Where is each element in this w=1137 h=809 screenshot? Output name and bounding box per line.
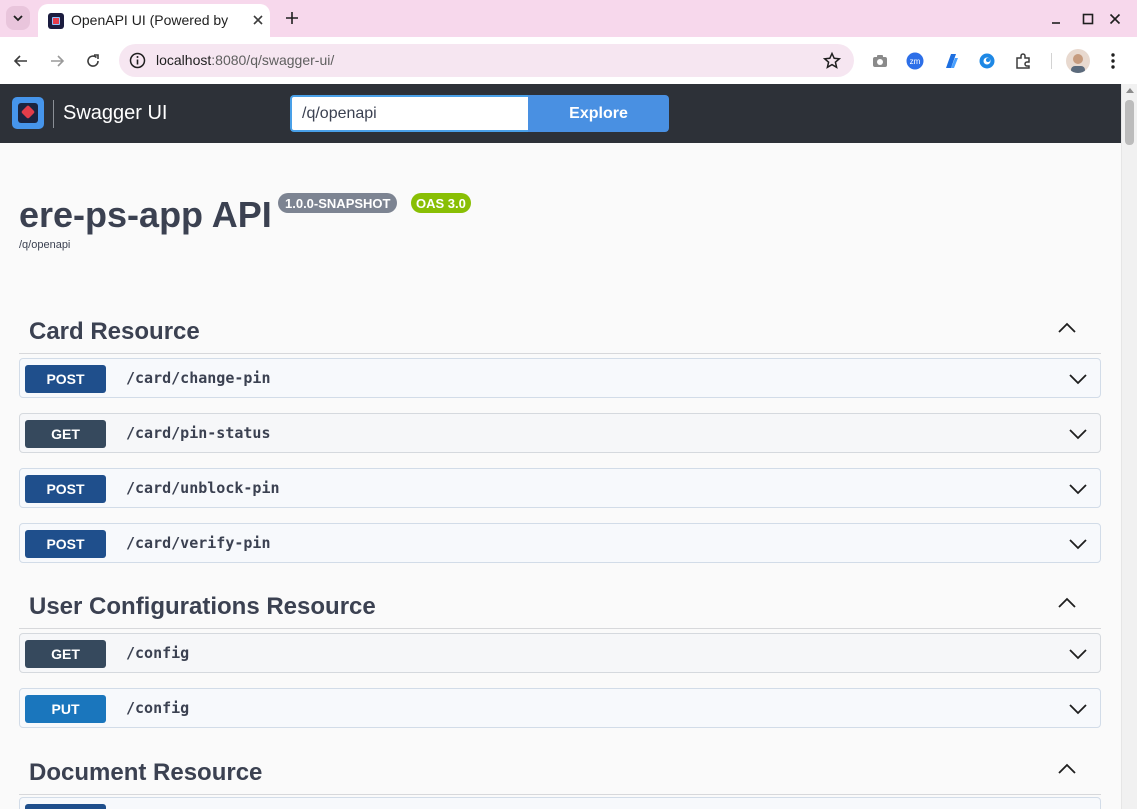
- version-badge: 1.0.0-SNAPSHOT: [278, 193, 398, 213]
- maximize-icon: [1082, 13, 1094, 25]
- url-path: :8080/q/swagger-ui/: [211, 52, 335, 68]
- extensions-icon[interactable]: [1013, 51, 1033, 71]
- operation-path: /card/pin-status: [126, 424, 271, 442]
- operation-get-card-pin-status[interactable]: GET /card/pin-status: [19, 413, 1101, 453]
- scroll-up-arrow-icon[interactable]: [1126, 88, 1134, 93]
- bookmark-extension-icon[interactable]: [941, 51, 961, 71]
- oas-version-badge: OAS 3.0: [411, 193, 471, 213]
- close-icon: [1109, 13, 1121, 25]
- forward-button[interactable]: [45, 49, 69, 73]
- browser-menu-button[interactable]: [1103, 50, 1123, 72]
- new-tab-button[interactable]: [281, 7, 303, 29]
- operation-post-card-verify-pin[interactable]: POST /card/verify-pin: [19, 523, 1101, 563]
- toolbar-separator: [1051, 53, 1052, 69]
- operation-path: /card/verify-pin: [126, 534, 271, 552]
- operation-put-config[interactable]: PUT /config: [19, 688, 1101, 728]
- arrow-right-icon: [51, 55, 65, 67]
- url-host: localhost: [156, 52, 212, 68]
- zoom-extension-icon[interactable]: zm: [905, 51, 925, 71]
- quarkus-favicon-icon: [48, 13, 64, 29]
- method-badge: GET: [25, 420, 106, 448]
- chevron-up-icon[interactable]: [1057, 761, 1077, 777]
- api-title: ere-ps-app API: [19, 194, 272, 235]
- section-user-configurations-resource[interactable]: User Configurations Resource: [19, 579, 1101, 629]
- chevron-down-icon[interactable]: [1068, 371, 1088, 387]
- back-button[interactable]: [9, 49, 33, 73]
- browser-toolbar: localhost:8080/q/swagger-ui/ zm: [0, 37, 1137, 84]
- section-title: Document Resource: [29, 759, 263, 786]
- operation-path: /card/unblock-pin: [126, 479, 280, 497]
- method-badge: POST: [25, 530, 106, 558]
- chevron-up-icon[interactable]: [1057, 595, 1077, 611]
- section-document-resource[interactable]: Document Resource: [19, 745, 1101, 795]
- spec-url-input[interactable]: [290, 95, 529, 132]
- swagger-ui-title: Swagger UI: [63, 102, 168, 124]
- operation-partially-visible[interactable]: [19, 797, 1101, 809]
- active-tab[interactable]: OpenAPI UI (Powered by: [38, 4, 270, 37]
- swagger-topbar: Swagger UI Explore: [0, 84, 1121, 143]
- chevron-down-icon[interactable]: [1068, 646, 1088, 662]
- site-info-icon[interactable]: [129, 52, 146, 69]
- url-text[interactable]: localhost:8080/q/swagger-ui/: [156, 52, 334, 68]
- operation-path: /config: [126, 644, 190, 662]
- profile-avatar[interactable]: [1066, 49, 1090, 73]
- operation-get-config[interactable]: GET /config: [19, 633, 1101, 673]
- tab-search-button[interactable]: [6, 6, 30, 30]
- maximize-button[interactable]: [1077, 8, 1099, 30]
- method-badge: POST: [25, 365, 106, 393]
- section-title: Card Resource: [29, 318, 200, 345]
- plus-icon: [286, 12, 298, 24]
- tab-title: OpenAPI UI (Powered by: [71, 12, 229, 28]
- close-icon: [253, 15, 263, 25]
- operation-path: /card/change-pin: [126, 369, 271, 387]
- logo-divider: [53, 100, 54, 128]
- svg-text:zm: zm: [910, 57, 921, 66]
- web-extension-icon[interactable]: [977, 51, 997, 71]
- chevron-down-icon[interactable]: [1068, 701, 1088, 717]
- method-badge: [25, 804, 106, 809]
- quarkus-logo-icon[interactable]: [12, 97, 44, 129]
- operation-path: /config: [126, 699, 190, 717]
- chevron-down-icon[interactable]: [1068, 426, 1088, 442]
- tab-close-button[interactable]: [249, 11, 267, 29]
- reload-icon: [87, 54, 99, 67]
- chevron-down-icon[interactable]: [1068, 481, 1088, 497]
- section-title: User Configurations Resource: [29, 593, 376, 620]
- method-badge: PUT: [25, 695, 106, 723]
- chevron-up-icon[interactable]: [1057, 320, 1077, 336]
- reload-button[interactable]: [81, 49, 105, 73]
- minimize-icon: [1052, 22, 1060, 24]
- operation-post-card-unblock-pin[interactable]: POST /card/unblock-pin: [19, 468, 1101, 508]
- method-badge: GET: [25, 640, 106, 668]
- bookmark-star-icon[interactable]: [822, 51, 842, 71]
- explore-button[interactable]: Explore: [528, 95, 669, 132]
- close-window-button[interactable]: [1104, 8, 1126, 30]
- chevron-down-icon: [13, 15, 23, 22]
- camera-icon[interactable]: [870, 51, 890, 71]
- minimize-button[interactable]: [1045, 8, 1067, 30]
- operation-post-card-change-pin[interactable]: POST /card/change-pin: [19, 358, 1101, 398]
- browser-tab-bar: OpenAPI UI (Powered by: [0, 0, 1137, 37]
- swagger-page: Swagger UI Explore ere-ps-app API 1.0.0-…: [0, 84, 1121, 809]
- arrow-left-icon: [13, 55, 27, 67]
- method-badge: POST: [25, 475, 106, 503]
- section-card-resource[interactable]: Card Resource: [19, 304, 1101, 354]
- page-scrollbar[interactable]: [1121, 84, 1137, 809]
- chevron-down-icon[interactable]: [1068, 536, 1088, 552]
- spec-link[interactable]: /q/openapi: [19, 239, 70, 251]
- scrollbar-thumb[interactable]: [1125, 100, 1134, 145]
- more-vert-icon: [1111, 53, 1115, 69]
- address-bar[interactable]: localhost:8080/q/swagger-ui/: [119, 44, 854, 77]
